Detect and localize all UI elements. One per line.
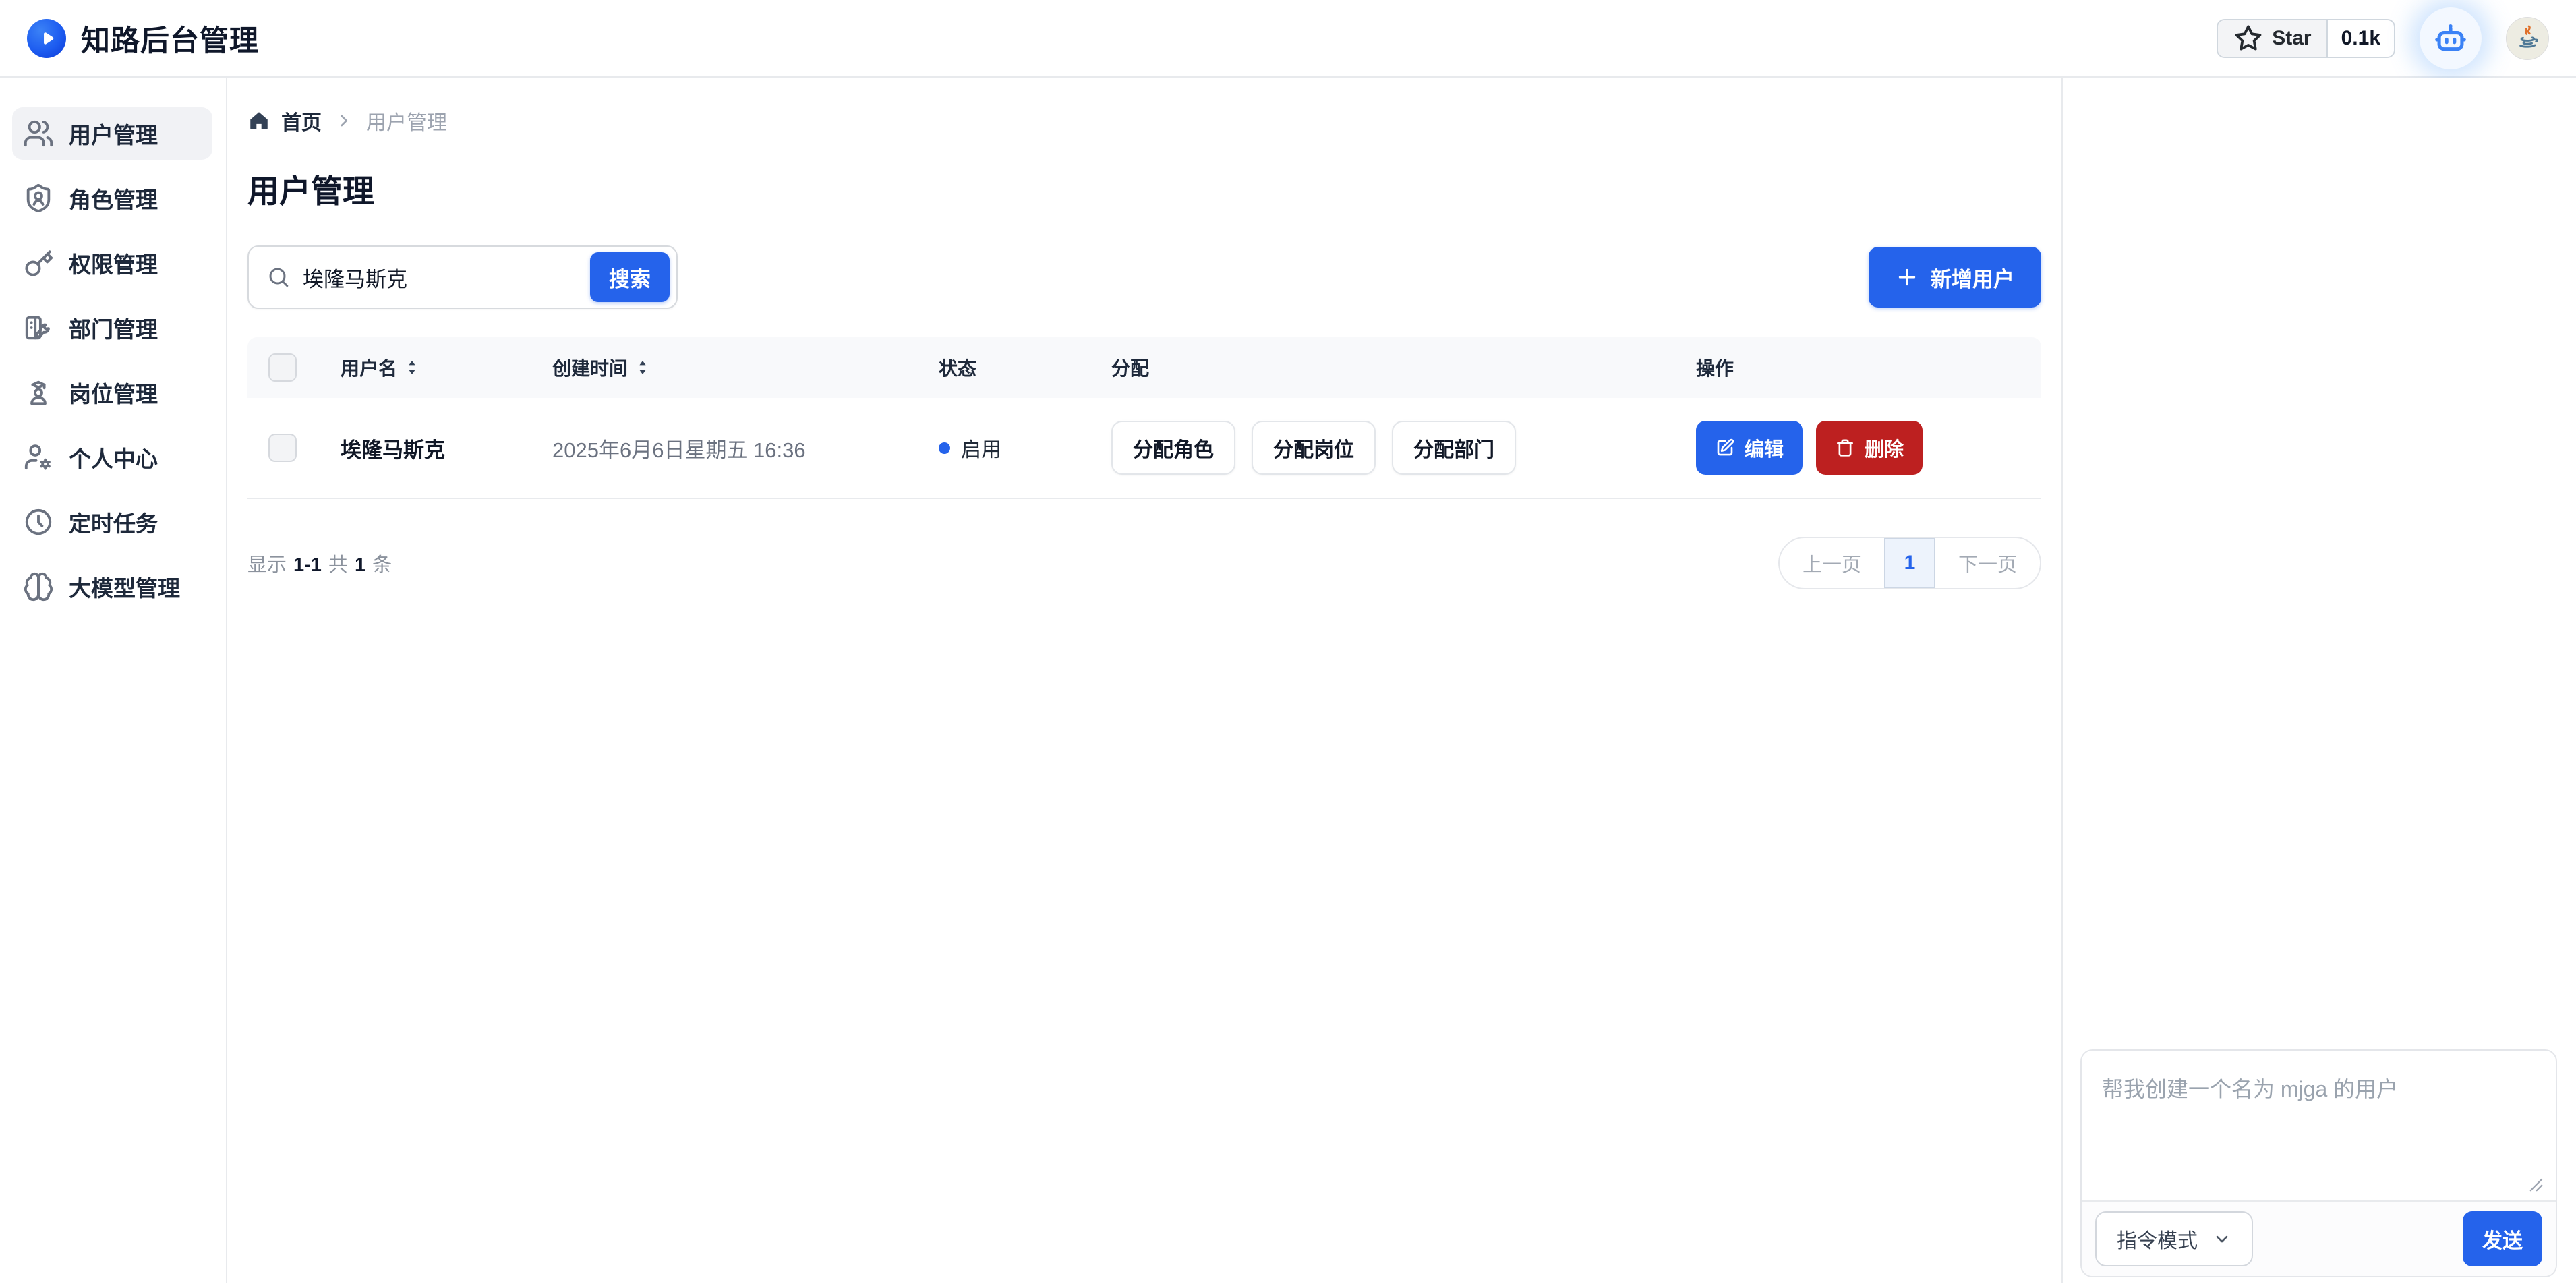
assign-position-button[interactable]: 分配岗位 bbox=[1252, 421, 1376, 475]
column-header-actions: 操作 bbox=[1696, 354, 2041, 381]
clock-icon bbox=[23, 506, 54, 537]
sidebar: 用户管理 角色管理 权限管理 部门管理 岗位管理 个人中心 定时任务 大模型管 bbox=[0, 78, 227, 1283]
table-header-row: 用户名 创建时间 状态 分配 操作 bbox=[247, 337, 2041, 398]
sort-icon bbox=[405, 358, 419, 377]
sidebar-item-roles[interactable]: 角色管理 bbox=[12, 172, 212, 225]
assistant-input[interactable] bbox=[2082, 1051, 2556, 1200]
pagination: 上一页 1 下一页 bbox=[1778, 537, 2041, 589]
breadcrumb-home[interactable]: 首页 bbox=[247, 106, 322, 136]
sidebar-item-departments[interactable]: 部门管理 bbox=[12, 301, 212, 354]
robot-icon bbox=[2431, 19, 2470, 58]
java-logo-icon bbox=[2512, 23, 2543, 54]
breadcrumb-home-label: 首页 bbox=[281, 106, 322, 136]
sidebar-item-label: 个人中心 bbox=[69, 441, 158, 473]
sidebar-item-profile[interactable]: 个人中心 bbox=[12, 431, 212, 484]
app-title: 知路后台管理 bbox=[81, 18, 259, 59]
sidebar-item-label: 定时任务 bbox=[69, 506, 158, 538]
sidebar-item-users[interactable]: 用户管理 bbox=[12, 107, 212, 160]
add-user-label: 新增用户 bbox=[1931, 262, 2014, 293]
app-logo-icon bbox=[27, 19, 66, 58]
status-label: 启用 bbox=[961, 433, 1001, 463]
sidebar-item-scheduled-tasks[interactable]: 定时任务 bbox=[12, 496, 212, 548]
star-label: Star bbox=[2272, 27, 2311, 50]
chevron-right-icon bbox=[335, 112, 353, 129]
search-button[interactable]: 搜索 bbox=[590, 252, 670, 302]
row-assign-actions: 分配角色 分配岗位 分配部门 bbox=[1111, 421, 1696, 475]
sidebar-item-label: 角色管理 bbox=[69, 182, 158, 214]
main-content: 首页 用户管理 用户管理 搜索 新增用户 用户名 bbox=[227, 78, 2063, 1283]
assign-department-button[interactable]: 分配部门 bbox=[1392, 421, 1516, 475]
search-input[interactable] bbox=[303, 265, 578, 289]
assistant-panel: 指令模式 发送 bbox=[2063, 78, 2576, 1283]
github-star-widget[interactable]: Star 0.1k bbox=[2217, 19, 2395, 58]
edit-button[interactable]: 编辑 bbox=[1696, 421, 1803, 475]
row-created-at: 2025年6月6日星期五 16:36 bbox=[552, 433, 939, 463]
shield-user-icon bbox=[23, 183, 54, 214]
row-checkbox[interactable] bbox=[268, 434, 297, 462]
sidebar-item-label: 部门管理 bbox=[69, 312, 158, 344]
star-icon bbox=[2233, 23, 2264, 54]
sidebar-item-label: 用户管理 bbox=[69, 117, 158, 150]
key-icon bbox=[23, 247, 54, 279]
home-icon bbox=[247, 109, 270, 132]
sort-icon bbox=[636, 358, 649, 377]
breadcrumb: 首页 用户管理 bbox=[247, 106, 2041, 136]
search-box: 搜索 bbox=[247, 245, 678, 309]
column-header-created[interactable]: 创建时间 bbox=[552, 354, 939, 381]
users-icon bbox=[23, 118, 54, 149]
sidebar-item-label: 岗位管理 bbox=[69, 376, 158, 409]
sidebar-item-llm[interactable]: 大模型管理 bbox=[12, 560, 212, 613]
resize-grip-icon[interactable] bbox=[2529, 1177, 2544, 1192]
department-wrench-icon bbox=[23, 312, 54, 343]
app-header: 知路后台管理 Star 0.1k bbox=[0, 0, 2576, 78]
search-icon bbox=[266, 265, 291, 289]
user-gear-icon bbox=[23, 442, 54, 473]
assistant-robot-button[interactable] bbox=[2420, 7, 2482, 69]
user-avatar[interactable] bbox=[2506, 17, 2549, 60]
sidebar-item-positions[interactable]: 岗位管理 bbox=[12, 366, 212, 419]
row-actions: 编辑 删除 bbox=[1696, 421, 2041, 475]
star-count: 0.1k bbox=[2328, 20, 2394, 57]
pagination-summary: 显示 1-1 共 1 条 bbox=[247, 549, 392, 577]
assign-role-button[interactable]: 分配角色 bbox=[1111, 421, 1235, 475]
sidebar-item-label: 大模型管理 bbox=[69, 571, 180, 603]
send-button[interactable]: 发送 bbox=[2463, 1211, 2542, 1266]
column-header-username[interactable]: 用户名 bbox=[341, 354, 552, 381]
table-footer: 显示 1-1 共 1 条 上一页 1 下一页 bbox=[247, 537, 2041, 589]
assistant-composer: 指令模式 发送 bbox=[2080, 1049, 2557, 1277]
table-row: 埃隆马斯克 2025年6月6日星期五 16:36 启用 分配角色 分配岗位 分配… bbox=[247, 398, 2041, 499]
assistant-composer-bar: 指令模式 发送 bbox=[2082, 1200, 2556, 1276]
status-dot-icon bbox=[939, 442, 950, 454]
brain-icon bbox=[23, 571, 54, 602]
trash-icon bbox=[1835, 438, 1855, 458]
sidebar-item-permissions[interactable]: 权限管理 bbox=[12, 237, 212, 289]
delete-button[interactable]: 删除 bbox=[1816, 421, 1923, 475]
column-header-assign: 分配 bbox=[1111, 354, 1696, 381]
users-table: 用户名 创建时间 状态 分配 操作 埃隆马斯克 2025年6月6日星期五 16:… bbox=[247, 337, 2041, 499]
next-page-button[interactable]: 下一页 bbox=[1935, 538, 2040, 588]
prev-page-button[interactable]: 上一页 bbox=[1780, 538, 1884, 588]
edit-icon bbox=[1715, 438, 1735, 458]
sidebar-item-label: 权限管理 bbox=[69, 247, 158, 279]
add-user-button[interactable]: 新增用户 bbox=[1869, 247, 2041, 308]
row-username: 埃隆马斯克 bbox=[341, 433, 552, 463]
select-all-checkbox[interactable] bbox=[268, 353, 297, 382]
breadcrumb-current: 用户管理 bbox=[366, 106, 447, 136]
page-title: 用户管理 bbox=[247, 165, 2041, 212]
chevron-down-icon bbox=[2213, 1229, 2231, 1248]
current-page-button[interactable]: 1 bbox=[1884, 538, 1935, 588]
mode-select-button[interactable]: 指令模式 bbox=[2095, 1211, 2253, 1266]
toolbar: 搜索 新增用户 bbox=[247, 245, 2041, 309]
plus-icon bbox=[1896, 266, 1919, 289]
column-header-status: 状态 bbox=[939, 354, 1111, 381]
graduate-user-icon bbox=[23, 377, 54, 408]
row-status: 启用 bbox=[939, 433, 1111, 463]
